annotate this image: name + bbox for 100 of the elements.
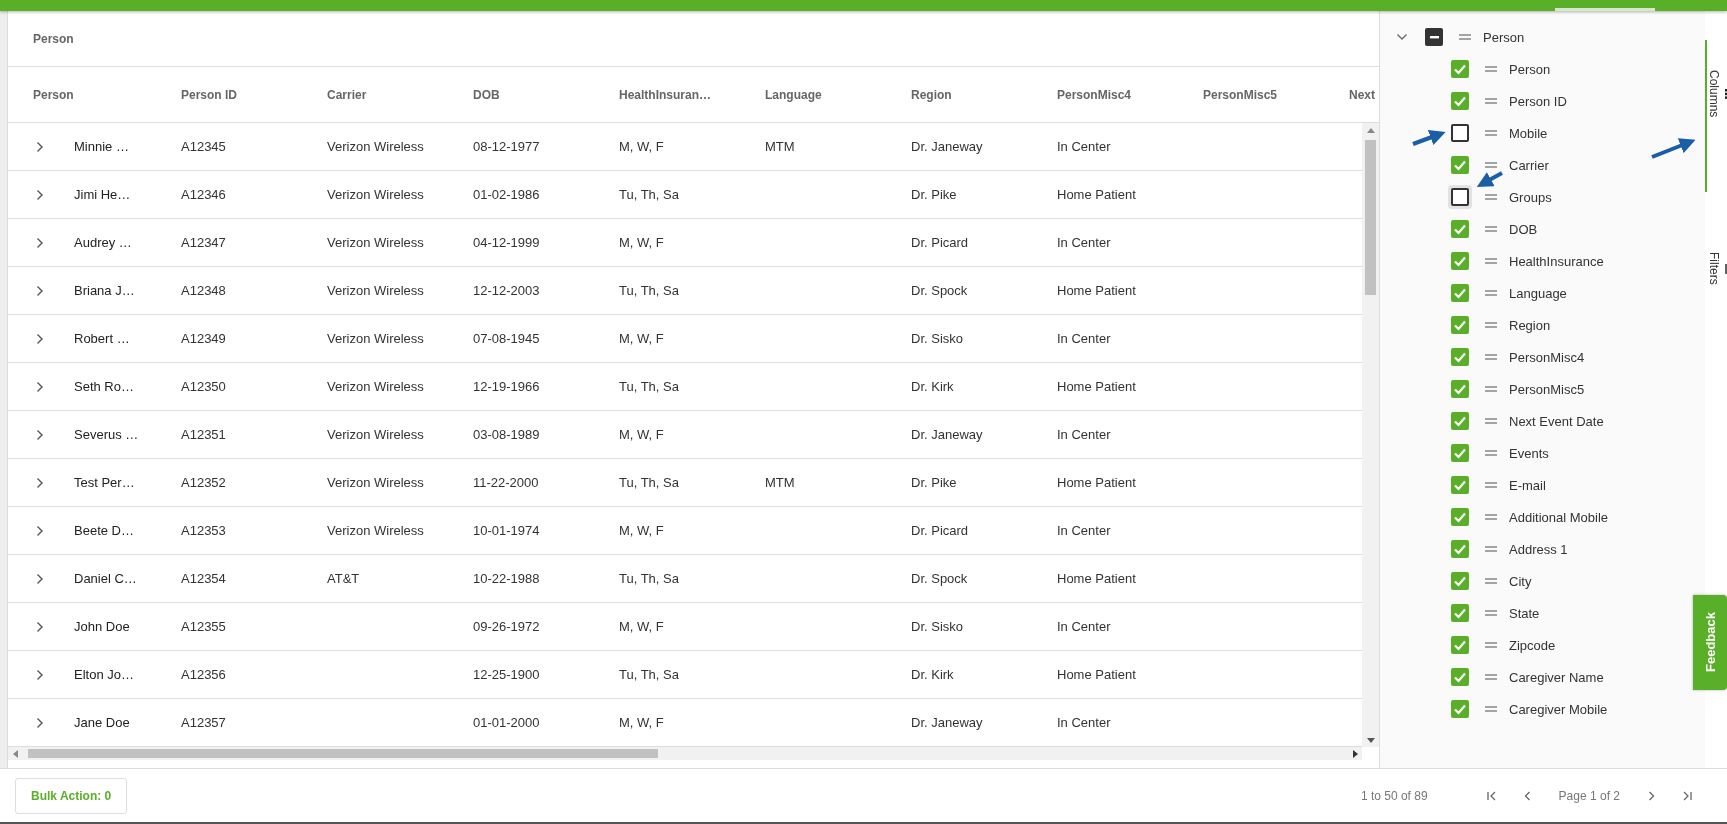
scrollbar-thumb[interactable] bbox=[1365, 140, 1376, 295]
checkbox[interactable] bbox=[1451, 476, 1469, 494]
column-header[interactable]: Next bbox=[1349, 67, 1379, 122]
table-cell: In Center bbox=[1057, 523, 1111, 538]
table-cell: 09-26-1972 bbox=[473, 619, 540, 634]
table-cell: In Center bbox=[1057, 331, 1111, 346]
drag-handle-icon[interactable] bbox=[1485, 130, 1497, 136]
checkbox[interactable] bbox=[1451, 92, 1469, 110]
table-cell: In Center bbox=[1057, 235, 1111, 250]
scroll-right-icon[interactable] bbox=[1353, 749, 1358, 758]
drag-handle-icon[interactable] bbox=[1485, 290, 1497, 296]
column-header[interactable]: Person ID bbox=[181, 67, 327, 122]
checkbox[interactable] bbox=[1451, 604, 1469, 622]
collapse-chevron-icon[interactable] bbox=[1396, 33, 1408, 41]
checkbox[interactable] bbox=[1451, 572, 1469, 590]
checkbox[interactable] bbox=[1425, 28, 1443, 46]
drag-handle-icon[interactable] bbox=[1485, 194, 1497, 200]
table-cell: Briana J… bbox=[74, 283, 135, 298]
drag-handle-icon[interactable] bbox=[1485, 578, 1497, 584]
table-cell: M, W, F bbox=[619, 331, 664, 346]
drag-handle-icon[interactable] bbox=[1485, 322, 1497, 328]
drag-handle-icon[interactable] bbox=[1485, 226, 1497, 232]
checkbox[interactable] bbox=[1451, 700, 1469, 718]
vertical-scrollbar[interactable] bbox=[1362, 123, 1379, 747]
column-header[interactable]: Language bbox=[765, 67, 911, 122]
horizontal-scrollbar[interactable] bbox=[8, 747, 1362, 760]
drag-handle-icon[interactable] bbox=[1485, 258, 1497, 264]
checkbox[interactable] bbox=[1451, 508, 1469, 526]
checkbox[interactable] bbox=[1451, 380, 1469, 398]
checkbox[interactable] bbox=[1451, 668, 1469, 686]
checkbox[interactable] bbox=[1451, 284, 1469, 302]
table-cell: Beete D… bbox=[74, 523, 134, 538]
column-header[interactable]: PersonMisc4 bbox=[1057, 67, 1203, 122]
table-cell: 08-12-1977 bbox=[473, 139, 540, 154]
expand-chevron-icon[interactable] bbox=[35, 475, 45, 490]
scroll-left-icon[interactable] bbox=[13, 749, 18, 758]
drag-handle-icon[interactable] bbox=[1485, 386, 1497, 392]
checkbox[interactable] bbox=[1451, 124, 1469, 142]
table-cell: Jimi He… bbox=[74, 187, 131, 202]
drag-handle-icon[interactable] bbox=[1485, 418, 1497, 424]
drag-handle-icon[interactable] bbox=[1485, 610, 1497, 616]
expand-chevron-icon[interactable] bbox=[35, 283, 45, 298]
checkbox[interactable] bbox=[1451, 156, 1469, 174]
expand-chevron-icon[interactable] bbox=[35, 571, 45, 586]
expand-chevron-icon[interactable] bbox=[35, 139, 45, 154]
checkbox[interactable] bbox=[1451, 540, 1469, 558]
drag-handle-icon[interactable] bbox=[1485, 546, 1497, 552]
checkbox[interactable] bbox=[1451, 252, 1469, 270]
drag-handle-icon[interactable] bbox=[1485, 450, 1497, 456]
table-cell: MTM bbox=[765, 475, 795, 490]
scrollbar-thumb[interactable] bbox=[28, 749, 658, 758]
drag-handle-icon[interactable] bbox=[1485, 482, 1497, 488]
column-header[interactable]: DOB bbox=[473, 67, 619, 122]
checkbox[interactable] bbox=[1451, 348, 1469, 366]
table-cell: Verizon Wireless bbox=[327, 379, 424, 394]
side-tab[interactable]: Columns bbox=[1705, 40, 1727, 193]
column-header[interactable]: HealthInsuran… bbox=[619, 67, 765, 122]
checkbox[interactable] bbox=[1451, 636, 1469, 654]
column-label: Caregiver Name bbox=[1509, 669, 1604, 685]
drag-handle-icon[interactable] bbox=[1485, 706, 1497, 712]
table-cell: M, W, F bbox=[619, 139, 664, 154]
expand-chevron-icon[interactable] bbox=[35, 619, 45, 634]
checkbox[interactable] bbox=[1451, 60, 1469, 78]
table-cell: Dr. Spock bbox=[911, 283, 968, 298]
table-cell: 10-22-1988 bbox=[473, 571, 540, 586]
expand-chevron-icon[interactable] bbox=[35, 667, 45, 682]
expand-chevron-icon[interactable] bbox=[35, 379, 45, 394]
scroll-up-icon[interactable] bbox=[1366, 127, 1375, 133]
checkbox[interactable] bbox=[1451, 220, 1469, 238]
drag-handle-icon[interactable] bbox=[1459, 34, 1471, 40]
drag-handle-icon[interactable] bbox=[1485, 514, 1497, 520]
column-label: DOB bbox=[1509, 221, 1538, 237]
column-header[interactable]: Carrier bbox=[327, 67, 473, 122]
column-header[interactable]: Region bbox=[911, 67, 1057, 122]
checkbox[interactable] bbox=[1451, 412, 1469, 430]
scroll-down-icon[interactable] bbox=[1366, 737, 1375, 743]
column-label: City bbox=[1509, 573, 1532, 589]
drag-handle-icon[interactable] bbox=[1485, 354, 1497, 360]
column-header[interactable]: PersonMisc5 bbox=[1203, 67, 1349, 122]
table-cell: Tu, Th, Sa bbox=[619, 667, 679, 682]
expand-chevron-icon[interactable] bbox=[35, 187, 45, 202]
expand-chevron-icon[interactable] bbox=[35, 331, 45, 346]
column-header[interactable]: Person bbox=[8, 67, 181, 122]
checkbox[interactable] bbox=[1451, 316, 1469, 334]
expand-chevron-icon[interactable] bbox=[35, 715, 45, 730]
expand-chevron-icon[interactable] bbox=[35, 427, 45, 442]
checkbox[interactable] bbox=[1451, 444, 1469, 462]
table-cell: Verizon Wireless bbox=[327, 427, 424, 442]
expand-chevron-icon[interactable] bbox=[35, 235, 45, 250]
table-cell: 07-08-1945 bbox=[473, 331, 540, 346]
drag-handle-icon[interactable] bbox=[1485, 162, 1497, 168]
table-cell: Tu, Th, Sa bbox=[619, 283, 679, 298]
table-cell: In Center bbox=[1057, 139, 1111, 154]
side-tab[interactable]: Filters bbox=[1705, 222, 1727, 296]
drag-handle-icon[interactable] bbox=[1485, 642, 1497, 648]
expand-chevron-icon[interactable] bbox=[35, 523, 45, 538]
table-cell: A12348 bbox=[181, 283, 226, 298]
drag-handle-icon[interactable] bbox=[1485, 674, 1497, 680]
drag-handle-icon[interactable] bbox=[1485, 66, 1497, 72]
drag-handle-icon[interactable] bbox=[1485, 98, 1497, 104]
